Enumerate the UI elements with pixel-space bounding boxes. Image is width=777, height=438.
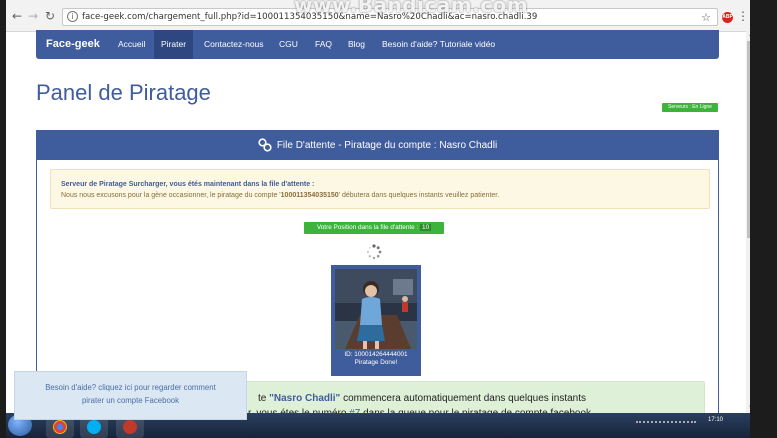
- browser-window: ← → ↻ i face-geek.com/chargement_full.ph…: [6, 0, 750, 420]
- alert-title: Serveur de Piratage Surcharger, vous été…: [61, 181, 315, 188]
- nav-item-blog[interactable]: Blog: [341, 30, 372, 59]
- chrome-icon: [53, 420, 67, 434]
- nav-item-faq[interactable]: FAQ: [308, 30, 339, 59]
- panel-heading-text: File D'attente - Piratage du compte : Na…: [276, 140, 498, 151]
- account-id: 100011354035150: [280, 192, 339, 199]
- brand-logo[interactable]: Face-geek: [46, 38, 100, 50]
- help-popup-line-2: pirater un compte Facebook: [81, 396, 180, 405]
- site-navbar: Face-geek Accueil Pirater Contactez-nous…: [36, 30, 719, 59]
- nav-item-contact[interactable]: Contactez-nous: [197, 30, 271, 59]
- system-tray-icons[interactable]: [636, 421, 696, 423]
- help-popup[interactable]: Besoin d'aide? cliquez ici pour regarder…: [14, 371, 247, 420]
- page-info-icon[interactable]: i: [67, 11, 78, 22]
- help-popup-line-1: Besoin d'aide? cliquez ici pour regarder…: [45, 383, 216, 392]
- page-scrollbar[interactable]: ▲ ▼: [746, 30, 750, 413]
- warning-alert: Serveur de Piratage Surcharger, vous été…: [50, 169, 710, 209]
- profile-id: ID: 100014264444001: [344, 351, 408, 358]
- kebab-menu-icon[interactable]: ⋮: [737, 9, 749, 23]
- profile-photo: [335, 269, 417, 349]
- nav-item-pirater[interactable]: Pirater: [154, 30, 194, 59]
- page-title: Panel de Piratage: [36, 80, 211, 105]
- bookmark-star-icon[interactable]: ☆: [701, 11, 711, 24]
- nav-item-cgu[interactable]: CGU: [272, 30, 305, 59]
- alert-body-suffix: ' débutera dans quelques instants veuill…: [338, 192, 500, 199]
- success-line-1: te "Nasro Chadli" commencera automatique…: [258, 393, 586, 404]
- skype-icon: [87, 420, 101, 434]
- back-arrow-icon[interactable]: ←: [12, 9, 22, 23]
- panel-heading: File D'attente - Piratage du compte : Na…: [37, 131, 718, 160]
- alert-body-prefix: Nous nous excusons pour la gène occasion…: [61, 192, 281, 199]
- nav-item-tutorial[interactable]: Besoin d'aide? Tutoriale vidéo: [375, 30, 502, 59]
- scroll-down-arrow-icon[interactable]: ▼: [746, 403, 750, 413]
- link-icon: [258, 138, 272, 152]
- success-line-1-prefix: te: [258, 393, 270, 404]
- scroll-thumb[interactable]: [747, 41, 750, 238]
- queue-position-badge: Votre Position dans la file d'attente : …: [304, 222, 444, 234]
- alert-body: Nous nous excusons pour la gène occasion…: [61, 190, 709, 201]
- forward-arrow-icon[interactable]: →: [28, 9, 38, 23]
- adblock-extension-icon[interactable]: ABP: [722, 12, 733, 23]
- profile-card: ID: 100014264444001 Piratage Done!: [331, 265, 421, 376]
- queue-position-label: Votre Position dans la file d'attente :: [316, 224, 421, 231]
- recording-watermark: www.Bandicam.com: [294, 0, 529, 17]
- record-icon: [123, 420, 137, 434]
- server-status-badge: Serveurs : En Ligne: [662, 103, 718, 112]
- reload-icon[interactable]: ↻: [45, 9, 55, 23]
- target-name: "Nasro Chadli": [269, 393, 341, 404]
- success-line-1-suffix: commencera automatiquement dans quelques…: [340, 393, 586, 404]
- nav-item-accueil[interactable]: Accueil: [111, 30, 152, 59]
- scroll-up-arrow-icon[interactable]: ▲: [746, 30, 750, 40]
- tray-clock: 17:10: [708, 417, 724, 423]
- profile-status: Piratage Done!: [354, 359, 398, 366]
- queue-position-value: 10: [420, 224, 432, 231]
- loading-spinner-icon: [367, 244, 382, 260]
